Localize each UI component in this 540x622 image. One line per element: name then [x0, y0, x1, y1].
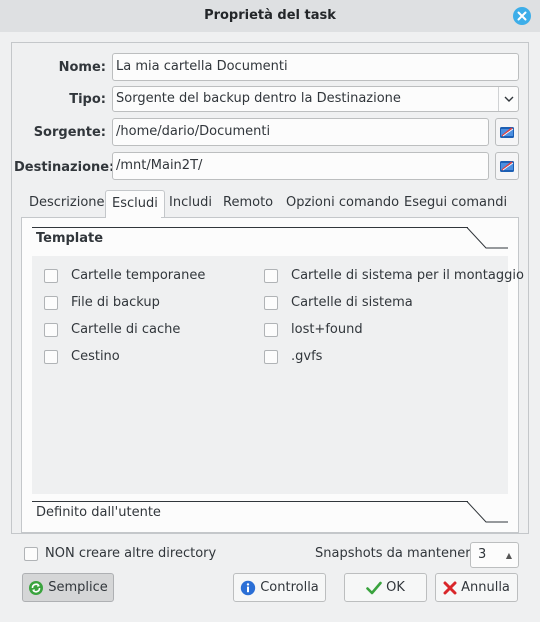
cancel-button[interactable]: Annulla — [435, 573, 518, 602]
tab-esegui-comandi[interactable]: Esegui comandi — [398, 190, 513, 218]
template-item-temp[interactable]: Cartelle temporanee — [44, 268, 205, 283]
snapshots-label: Snapshots da mantenere: — [315, 546, 483, 561]
checkbox-label: .gvfs — [291, 349, 323, 364]
checkbox-label: Cartelle temporanee — [71, 268, 206, 283]
close-icon — [517, 11, 527, 21]
checkbox[interactable] — [44, 349, 58, 364]
ok-button[interactable]: OK — [344, 573, 427, 602]
no-create-dirs-option[interactable]: NON creare altre directory — [24, 546, 216, 561]
folder-browse-icon — [500, 127, 514, 138]
chevron-down-icon — [498, 87, 518, 111]
info-icon — [241, 580, 256, 595]
close-button[interactable] — [513, 7, 531, 25]
folder-browse-icon — [500, 161, 514, 172]
template-item-backup-files[interactable]: File di backup — [44, 295, 160, 310]
template-item-cache[interactable]: Cartelle di cache — [44, 322, 180, 337]
checkbox-label: Cartelle di cache — [71, 322, 181, 337]
user-defined-header-slope — [466, 501, 508, 523]
template-item-lost-found[interactable]: lost+found — [264, 322, 363, 337]
template-checklist — [32, 256, 508, 494]
cancel-label: Annulla — [461, 580, 510, 595]
title-bar: Proprietà del task — [0, 0, 540, 32]
checkbox-label: File di backup — [71, 295, 160, 310]
cancel-x-icon — [443, 581, 457, 594]
checkbox[interactable] — [44, 322, 58, 337]
type-label: Tipo: — [69, 92, 106, 107]
checkbox[interactable] — [264, 295, 278, 310]
user-defined-header-line — [32, 501, 468, 502]
checkbox-label: lost+found — [291, 322, 363, 337]
destination-input[interactable]: /mnt/Main2T/ — [112, 152, 489, 180]
checkbox[interactable] — [264, 349, 278, 364]
tab-escludi[interactable]: Escludi — [105, 190, 165, 218]
no-create-dirs-label: NON creare altre directory — [45, 546, 217, 561]
name-label: Nome: — [58, 60, 106, 75]
tab-descrizione[interactable]: Descrizione — [23, 190, 111, 218]
browse-destination-button[interactable] — [495, 152, 519, 180]
template-header-line — [32, 227, 468, 228]
checkmark-icon — [366, 581, 382, 594]
browse-source-button[interactable] — [495, 118, 519, 146]
check-button[interactable]: Controlla — [233, 573, 326, 602]
window-title: Proprietà del task — [204, 8, 336, 23]
active-tab-joint — [106, 216, 161, 218]
user-defined-section-title: Definito dall'utente — [36, 505, 161, 520]
simple-mode-button[interactable]: Semplice — [22, 573, 114, 602]
template-item-trash[interactable]: Cestino — [44, 349, 120, 364]
simple-mode-label: Semplice — [48, 580, 108, 595]
snapshots-spinbox[interactable]: 3 ▲ ▼ — [470, 542, 519, 584]
snapshots-value: 3 — [478, 547, 487, 562]
tab-includi[interactable]: Includi — [163, 190, 218, 218]
tab-remoto[interactable]: Remoto — [217, 190, 279, 218]
checkbox[interactable] — [264, 268, 278, 283]
checkbox[interactable] — [24, 546, 38, 561]
checkbox[interactable] — [264, 322, 278, 337]
name-input[interactable]: La mia cartella Documenti — [112, 53, 519, 81]
ok-label: OK — [386, 580, 405, 595]
type-select[interactable]: Sorgente del backup dentro la Destinazio… — [112, 86, 519, 112]
source-label: Sorgente: — [33, 125, 106, 140]
checkbox-label: Cartelle di sistema — [291, 295, 413, 310]
template-header-slope — [466, 227, 508, 249]
checkbox[interactable] — [44, 295, 58, 310]
refresh-icon — [29, 580, 44, 595]
template-item-mount[interactable]: Cartelle di sistema per il montaggio — [264, 268, 524, 283]
template-item-gvfs[interactable]: .gvfs — [264, 349, 322, 364]
template-section-title: Template — [36, 231, 104, 246]
checkbox-label: Cartelle di sistema per il montaggio — [291, 268, 524, 283]
source-input[interactable]: /home/dario/Documenti — [112, 118, 489, 146]
type-select-value: Sorgente del backup dentro la Destinazio… — [116, 91, 401, 106]
checkbox[interactable] — [44, 268, 58, 283]
template-item-system[interactable]: Cartelle di sistema — [264, 295, 413, 310]
check-label: Controlla — [260, 580, 319, 595]
destination-label: Destinazione: — [14, 160, 115, 175]
checkbox-label: Cestino — [71, 349, 120, 364]
tab-opzioni-comando[interactable]: Opzioni comando — [280, 190, 405, 218]
spin-up-icon[interactable]: ▲ — [506, 544, 512, 568]
